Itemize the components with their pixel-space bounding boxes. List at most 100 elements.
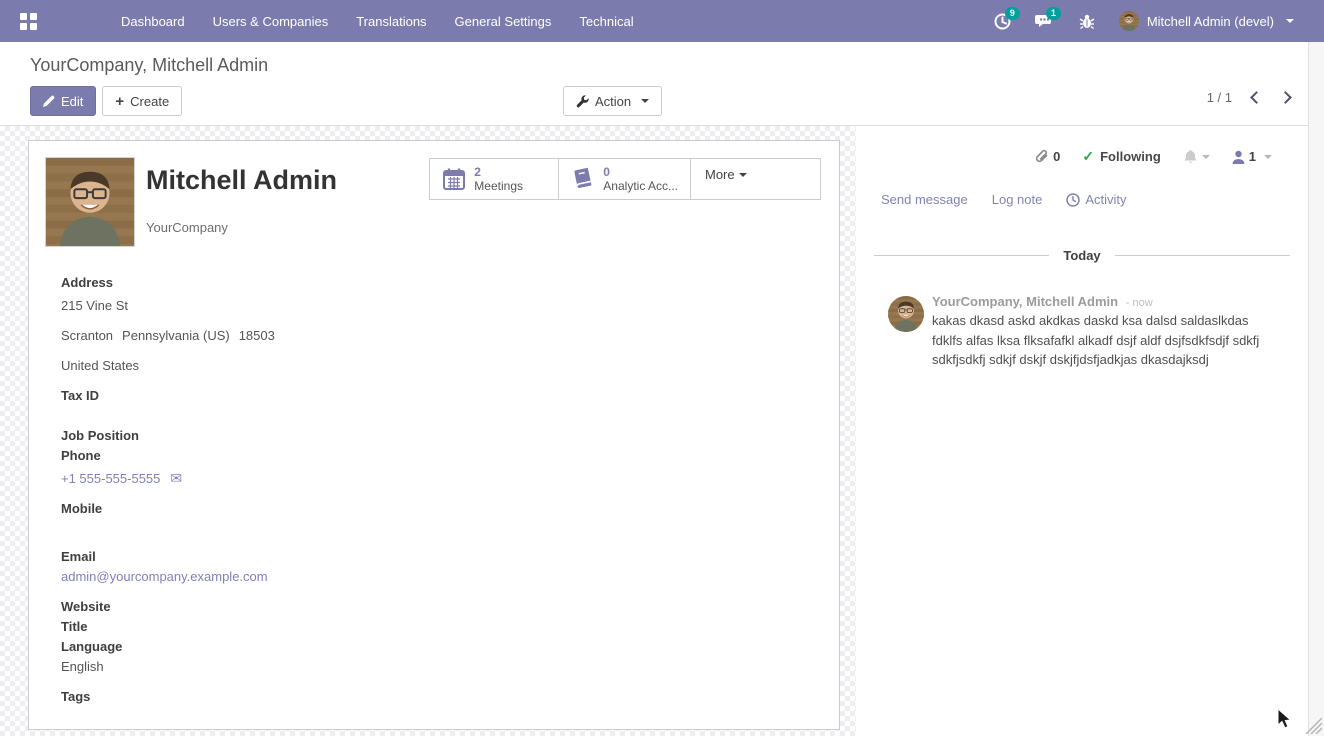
contact-photo[interactable]: [45, 157, 135, 247]
nav-item-users-companies[interactable]: Users & Companies: [213, 14, 329, 29]
log-note-button[interactable]: Log note: [992, 192, 1043, 207]
control-panel: YourCompany, Mitchell Admin Edit + Creat…: [0, 42, 1324, 126]
form-view-background: Mitchell Admin YourCompany 2 Meetings 0: [0, 126, 856, 736]
address-street: 215 Vine St: [61, 296, 823, 315]
chevron-down-icon: [1264, 155, 1272, 159]
edit-button-label: Edit: [61, 94, 83, 109]
meetings-label: Meetings: [474, 179, 523, 193]
user-menu[interactable]: Mitchell Admin (devel): [1119, 11, 1294, 31]
check-icon: ✓: [1082, 148, 1094, 165]
title-label: Title: [61, 617, 823, 636]
bug-icon[interactable]: [1079, 13, 1095, 30]
nav-item-dashboard[interactable]: Dashboard: [121, 14, 185, 29]
pager-next-icon[interactable]: [1279, 91, 1292, 104]
meetings-stat-button[interactable]: 2 Meetings: [430, 159, 558, 199]
address-label: Address: [61, 273, 823, 292]
message: YourCompany, Mitchell Admin - now kakas …: [888, 294, 1278, 370]
sms-envelope-icon[interactable]: ✉: [170, 470, 182, 486]
phone-link[interactable]: +1 555-555-5555: [61, 471, 160, 486]
book-icon: [571, 167, 595, 191]
attachments-button[interactable]: 0: [1035, 149, 1060, 164]
user-avatar: [1119, 11, 1139, 31]
edit-button[interactable]: Edit: [30, 86, 96, 116]
person-icon: [1232, 150, 1245, 164]
phone-label: Phone: [61, 446, 823, 465]
chevron-down-icon: [1286, 19, 1294, 23]
language-value: English: [61, 657, 823, 676]
date-separator-label: Today: [1063, 248, 1100, 263]
nav-item-translations[interactable]: Translations: [356, 14, 426, 29]
activity-label: Activity: [1085, 192, 1126, 207]
apps-menu-icon[interactable]: [20, 13, 37, 30]
nav-item-technical[interactable]: Technical: [579, 14, 633, 29]
followers-button[interactable]: 1: [1232, 149, 1272, 164]
message-body: kakas dkasd askd akdkas daskd ksa dalsd …: [932, 311, 1278, 370]
chevron-down-icon: [1202, 155, 1210, 159]
attachments-count: 0: [1053, 149, 1060, 164]
following-button[interactable]: ✓ Following: [1082, 148, 1160, 165]
nav-menu: Dashboard Users & Companies Translations…: [121, 14, 634, 29]
pager-value: 1 / 1: [1207, 90, 1232, 105]
email-link[interactable]: admin@yourcompany.example.com: [61, 567, 823, 586]
action-button-label: Action: [595, 94, 631, 109]
language-label: Language: [61, 637, 823, 656]
create-button[interactable]: + Create: [102, 86, 182, 116]
chevron-down-icon: [739, 173, 747, 177]
nav-item-general-settings[interactable]: General Settings: [455, 14, 552, 29]
schedule-activity-button[interactable]: Activity: [1066, 192, 1126, 207]
address-city-state-zip: Scranton Pennsylvania (US) 18503: [61, 326, 823, 345]
clock-icon: [1066, 193, 1080, 207]
chevron-down-icon: [641, 99, 649, 103]
address-country: United States: [61, 356, 823, 375]
analytic-count: 0: [603, 165, 678, 179]
meetings-count: 2: [474, 165, 523, 179]
user-name: Mitchell Admin (devel): [1147, 14, 1274, 29]
address-city: Scranton: [61, 328, 113, 343]
mobile-label: Mobile: [61, 499, 823, 518]
followers-count: 1: [1249, 149, 1256, 164]
vertical-scrollbar[interactable]: [1308, 42, 1324, 736]
resize-grip-icon[interactable]: [1300, 712, 1322, 734]
chatter: 0 ✓ Following 1 Send message Log note Ac…: [856, 126, 1308, 736]
job-position-label: Job Position: [61, 426, 823, 445]
activities-badge: 9: [1005, 7, 1020, 20]
page-title: Mitchell Admin: [146, 165, 337, 196]
analytic-label: Analytic Acc...: [603, 179, 678, 193]
paperclip-icon: [1035, 149, 1049, 164]
message-timestamp: - now: [1126, 297, 1153, 309]
systray: 9 1 Mitchell Admin (devel): [994, 11, 1294, 31]
wrench-icon: [576, 95, 589, 108]
stat-button-box: 2 Meetings 0 Analytic Acc... More: [429, 158, 821, 200]
analytic-accounts-stat-button[interactable]: 0 Analytic Acc...: [558, 159, 690, 199]
email-label: Email: [61, 547, 823, 566]
mouse-cursor: [1276, 708, 1294, 730]
subscription-bell-button[interactable]: [1183, 149, 1210, 165]
date-separator: Today: [874, 248, 1290, 263]
activities-icon[interactable]: 9: [994, 13, 1011, 30]
bell-icon: [1183, 149, 1198, 165]
tags-label: Tags: [61, 687, 823, 706]
messages-badge: 1: [1046, 7, 1061, 20]
plus-icon: +: [115, 94, 124, 109]
calendar-icon: [442, 167, 466, 191]
more-label: More: [705, 167, 735, 182]
message-author-avatar: [888, 296, 924, 332]
address-state: Pennsylvania (US): [122, 328, 230, 343]
create-button-label: Create: [130, 94, 169, 109]
tax-id-label: Tax ID: [61, 386, 823, 405]
messages-icon[interactable]: 1: [1035, 13, 1055, 30]
pager: 1 / 1: [1207, 90, 1290, 105]
message-author[interactable]: YourCompany, Mitchell Admin: [932, 294, 1118, 309]
pager-previous-icon[interactable]: [1250, 91, 1263, 104]
website-label: Website: [61, 597, 823, 616]
send-message-button[interactable]: Send message: [881, 192, 968, 207]
breadcrumb[interactable]: YourCompany, Mitchell Admin: [30, 55, 268, 76]
following-label: Following: [1100, 149, 1161, 164]
more-dropdown-button[interactable]: More: [690, 159, 820, 199]
form-sheet: Mitchell Admin YourCompany 2 Meetings 0: [28, 140, 840, 730]
content: Mitchell Admin YourCompany 2 Meetings 0: [0, 126, 1324, 736]
address-zip: 18503: [239, 328, 275, 343]
top-navbar: Dashboard Users & Companies Translations…: [0, 0, 1324, 42]
action-dropdown-button[interactable]: Action: [563, 86, 662, 116]
company-link[interactable]: YourCompany: [146, 220, 228, 235]
